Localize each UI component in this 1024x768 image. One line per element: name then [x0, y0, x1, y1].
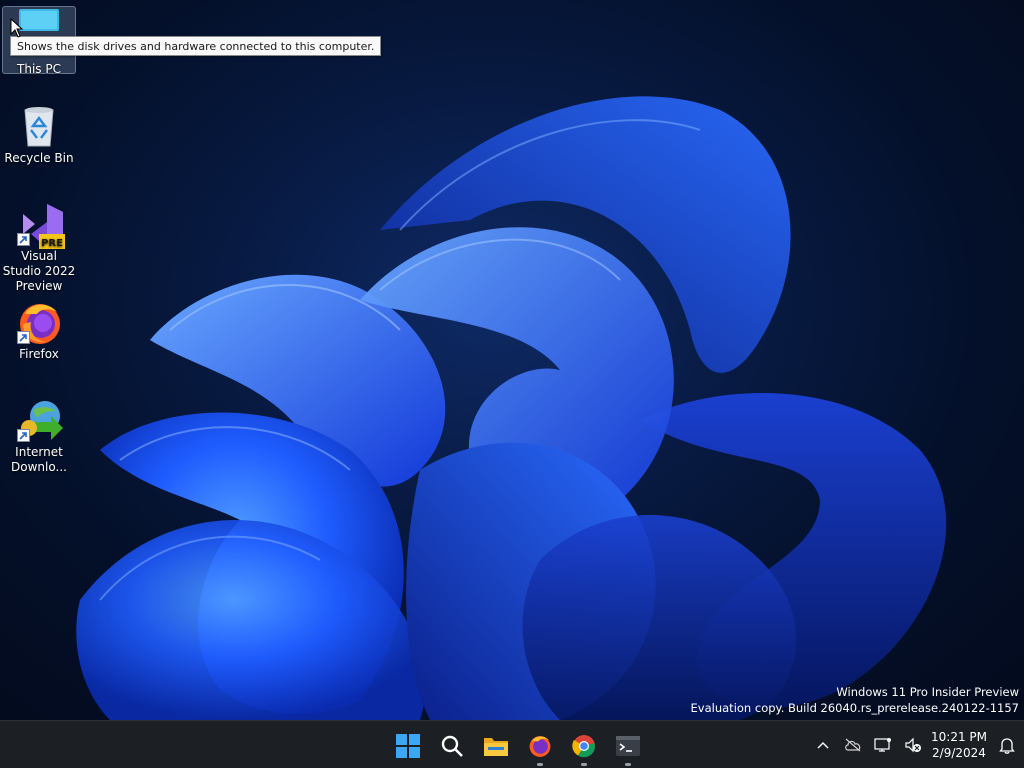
windows-start-icon — [396, 734, 420, 758]
desktop-icon-label: This PC — [17, 62, 61, 76]
watermark-edition: Windows 11 Pro Insider Preview — [836, 685, 1019, 699]
bell-icon — [999, 737, 1015, 754]
running-indicator — [537, 763, 543, 766]
firefox-icon — [529, 736, 551, 757]
recycle-bin-icon — [17, 104, 61, 148]
desktop-icon-internet-download-manager[interactable]: Internet Downlo... — [2, 398, 76, 475]
clock-date: 2/9/2024 — [932, 746, 986, 760]
search-icon — [441, 735, 463, 757]
desktop-icon-recycle-bin[interactable]: Recycle Bin — [2, 104, 76, 166]
volume-muted-icon — [905, 737, 921, 753]
file-explorer-button[interactable] — [474, 724, 518, 768]
desktop-wallpaper — [0, 0, 1024, 720]
clock-button[interactable]: 10:21 PM 2/9/2024 — [928, 729, 990, 761]
cloud-offline-icon — [845, 738, 861, 752]
chrome-taskbar-button[interactable] — [562, 724, 606, 768]
running-indicator — [581, 763, 587, 766]
search-button[interactable] — [430, 724, 474, 768]
taskbar: 10:21 PM 2/9/2024 — [0, 720, 1024, 768]
evaluation-watermark: Windows 11 Pro Insider Preview Evaluatio… — [691, 684, 1019, 716]
desktop-icon-visual-studio[interactable]: PRE Visual Studio 2022 Preview — [2, 202, 76, 294]
show-hidden-icons-button[interactable] — [808, 725, 838, 765]
desktop-icon-label: Recycle Bin — [4, 151, 74, 165]
internet-download-manager-icon — [17, 398, 63, 442]
system-tray: 10:21 PM 2/9/2024 — [808, 721, 1024, 768]
terminal-icon — [616, 736, 640, 756]
folder-icon — [484, 738, 508, 756]
desktop-icon-firefox[interactable]: Firefox — [2, 300, 76, 362]
chrome-icon — [572, 735, 596, 758]
notifications-button[interactable] — [990, 725, 1024, 765]
firefox-icon — [17, 300, 61, 344]
volume-button[interactable] — [898, 725, 928, 765]
network-button[interactable] — [868, 725, 898, 765]
taskbar-apps — [386, 721, 650, 768]
firefox-taskbar-button[interactable] — [518, 724, 562, 768]
network-icon — [874, 738, 891, 752]
shortcut-arrow-icon — [17, 233, 30, 246]
running-indicator — [625, 763, 631, 766]
shortcut-arrow-icon — [17, 331, 30, 344]
desktop-icon-label: Firefox — [19, 347, 59, 361]
mouse-cursor-icon — [10, 18, 24, 38]
desktop-icon-label: Visual Studio 2022 Preview — [2, 249, 76, 293]
watermark-build: Evaluation copy. Build 26040.rs_prerelea… — [690, 701, 1019, 715]
bloom-graphic — [76, 96, 947, 720]
start-button[interactable] — [386, 724, 430, 768]
onedrive-button[interactable] — [838, 725, 868, 765]
tooltip: Shows the disk drives and hardware conne… — [10, 36, 382, 56]
chevron-up-icon — [817, 742, 829, 749]
terminal-taskbar-button[interactable] — [606, 724, 650, 768]
desktop-icon-label: Internet Downlo... — [11, 445, 67, 474]
vs-badge: PRE — [41, 238, 63, 249]
shortcut-arrow-icon — [17, 429, 30, 442]
visual-studio-icon: PRE — [17, 202, 65, 249]
clock-time: 10:21 PM — [931, 730, 987, 744]
